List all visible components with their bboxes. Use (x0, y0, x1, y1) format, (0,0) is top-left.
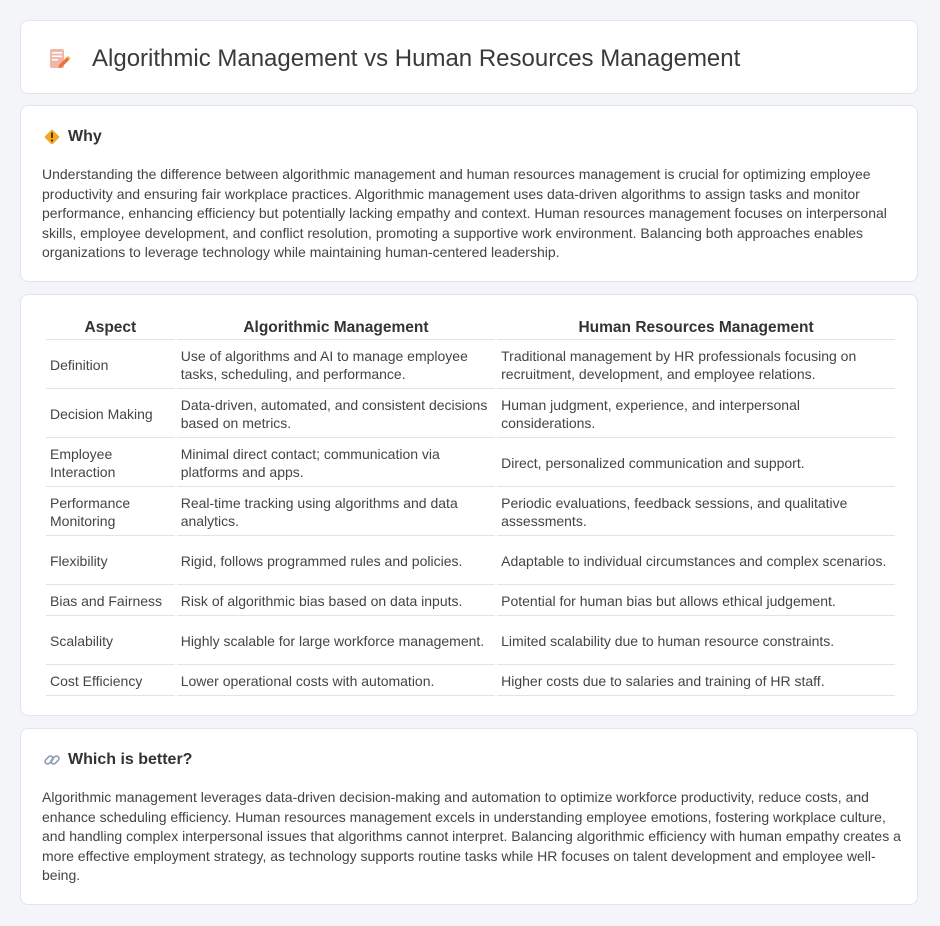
hr-cell: Potential for human bias but allows ethi… (497, 587, 895, 616)
aspect-cell: Employee Interaction (46, 440, 175, 487)
comparison-table: Aspect Algorithmic Management Human Reso… (44, 315, 897, 698)
algorithmic-cell: Minimal direct contact; communication vi… (176, 440, 496, 487)
algorithmic-cell: Highly scalable for large workforce mana… (176, 618, 496, 665)
aspect-cell: Definition (46, 342, 175, 389)
better-heading-row: Which is better? (43, 749, 192, 771)
why-body: Understanding the difference between alg… (42, 166, 887, 261)
better-body: Algorithmic management leverages data-dr… (42, 789, 901, 884)
aspect-cell: Cost Efficiency (46, 667, 175, 696)
algorithmic-cell: Data-driven, automated, and consistent d… (176, 391, 496, 438)
aspect-cell: Flexibility (46, 538, 175, 585)
table-row: Cost Efficiency Lower operational costs … (46, 667, 895, 696)
column-header-algorithmic: Algorithmic Management (176, 317, 496, 340)
link-icon (43, 751, 61, 769)
table-row: Flexibility Rigid, follows programmed ru… (46, 538, 895, 585)
algorithmic-cell: Use of algorithms and AI to manage emplo… (176, 342, 496, 389)
better-heading: Which is better? (68, 751, 193, 768)
diamond-sign-icon (43, 128, 61, 146)
aspect-cell: Scalability (46, 618, 175, 665)
table-row: Employee Interaction Minimal direct cont… (46, 440, 895, 487)
page-title: Algorithmic Management vs Human Resource… (92, 45, 741, 72)
table-row: Scalability Highly scalable for large wo… (46, 618, 895, 665)
aspect-cell: Decision Making (46, 391, 175, 438)
table-header-row: Aspect Algorithmic Management Human Reso… (46, 317, 895, 340)
table-row: Bias and Fairness Risk of algorithmic bi… (46, 587, 895, 616)
aspect-cell: Performance Monitoring (46, 489, 175, 536)
algorithmic-cell: Rigid, follows programmed rules and poli… (176, 538, 496, 585)
comparison-card: Aspect Algorithmic Management Human Reso… (20, 294, 918, 716)
why-section: Why Understanding the difference between… (20, 105, 918, 282)
why-heading-row: Why (43, 126, 102, 148)
table-row: Decision Making Data-driven, automated, … (46, 391, 895, 438)
hr-cell: Traditional management by HR professiona… (497, 342, 895, 389)
algorithmic-cell: Lower operational costs with automation. (176, 667, 496, 696)
column-header-aspect: Aspect (46, 317, 175, 340)
which-is-better-section: Which is better? Algorithmic management … (20, 728, 918, 905)
document-pencil-icon (47, 47, 71, 71)
hr-cell: Direct, personalized communication and s… (497, 440, 895, 487)
aspect-cell: Bias and Fairness (46, 587, 175, 616)
column-header-hr: Human Resources Management (497, 317, 895, 340)
hr-cell: Adaptable to individual circumstances an… (497, 538, 895, 585)
header-card: Algorithmic Management vs Human Resource… (20, 20, 918, 94)
hr-cell: Limited scalability due to human resourc… (497, 618, 895, 665)
table-row: Performance Monitoring Real-time trackin… (46, 489, 895, 536)
table-row: Definition Use of algorithms and AI to m… (46, 342, 895, 389)
hr-cell: Higher costs due to salaries and trainin… (497, 667, 895, 696)
algorithmic-cell: Real-time tracking using algorithms and … (176, 489, 496, 536)
hr-cell: Human judgment, experience, and interper… (497, 391, 895, 438)
why-heading: Why (68, 128, 102, 145)
algorithmic-cell: Risk of algorithmic bias based on data i… (176, 587, 496, 616)
hr-cell: Periodic evaluations, feedback sessions,… (497, 489, 895, 536)
